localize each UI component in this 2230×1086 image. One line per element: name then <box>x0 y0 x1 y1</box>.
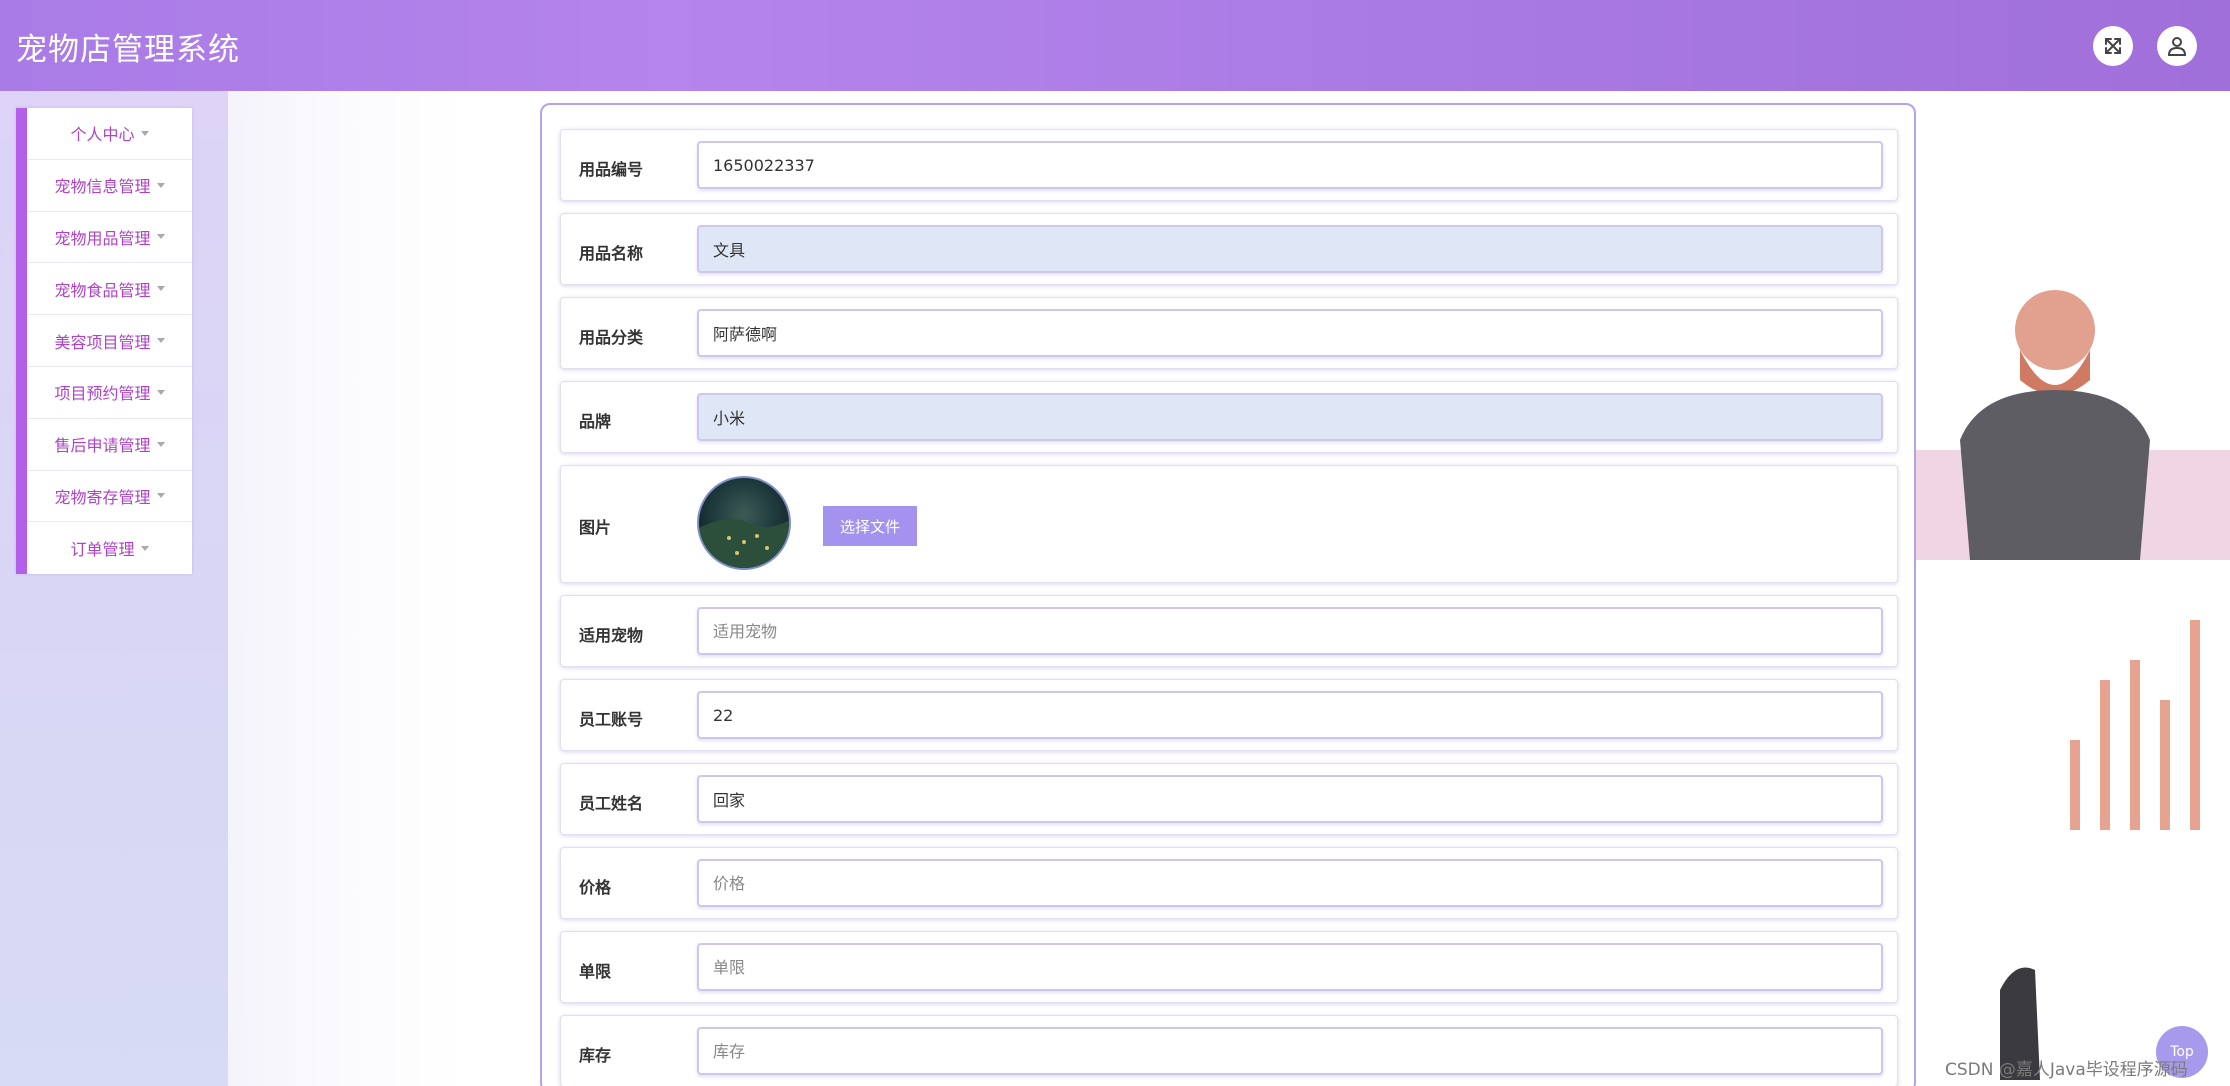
applicable-pet-input[interactable] <box>697 607 1883 655</box>
field-label: 员工账号 <box>579 710 644 729</box>
caret-down-icon <box>156 493 165 499</box>
choose-file-button[interactable]: 选择文件 <box>823 506 917 546</box>
item-category-input[interactable] <box>697 309 1883 357</box>
item-name-input[interactable] <box>697 225 1883 273</box>
form-row-item-number: 用品编号 <box>560 129 1898 201</box>
sidebar-item-label: 宠物用品管理 <box>54 228 151 248</box>
caret-down-icon <box>156 234 165 240</box>
form-row-stock: 库存 <box>560 1015 1898 1086</box>
brand-input[interactable] <box>697 393 1883 441</box>
form-row-brand: 品牌 <box>560 381 1898 453</box>
field-label: 图片 <box>579 518 612 537</box>
sidebar-item-label: 订单管理 <box>70 540 135 560</box>
sidebar-item-personal-center[interactable]: 个人中心 <box>27 108 192 160</box>
sidebar-item-orders[interactable]: 订单管理 <box>27 522 192 574</box>
caret-down-icon <box>156 389 165 395</box>
sidebar-item-label: 宠物食品管理 <box>54 280 151 300</box>
form-row-item-name: 用品名称 <box>560 213 1898 285</box>
expand-icon <box>2105 38 2121 54</box>
sidebar-item-pet-food[interactable]: 宠物食品管理 <box>27 263 192 316</box>
sidebar-item-after-sales[interactable]: 售后申请管理 <box>27 419 192 471</box>
sidebar-item-label: 售后申请管理 <box>54 436 151 456</box>
sidebar-item-pet-boarding[interactable]: 宠物寄存管理 <box>27 471 192 523</box>
sidebar-item-label: 美容项目管理 <box>54 332 151 352</box>
field-label: 单限 <box>579 962 612 981</box>
stock-input[interactable] <box>697 1027 1883 1075</box>
form-row-item-category: 用品分类 <box>560 297 1898 369</box>
form-row-limit: 单限 <box>560 931 1898 1003</box>
user-icon <box>2167 37 2187 56</box>
sidebar-menu: 个人中心 宠物信息管理 宠物用品管理 宠物食品管理 美容项目管理 项目预约管理 … <box>16 108 192 575</box>
price-input[interactable] <box>697 859 1883 907</box>
fullscreen-button[interactable] <box>2093 26 2133 66</box>
caret-down-icon <box>156 182 165 188</box>
field-label: 库存 <box>579 1046 612 1065</box>
sidebar-item-appointments[interactable]: 项目预约管理 <box>27 367 192 419</box>
item-number-input[interactable] <box>697 141 1883 189</box>
image-preview <box>697 476 791 570</box>
caret-down-icon <box>140 545 149 551</box>
app-title: 宠物店管理系统 <box>16 32 240 68</box>
field-label: 品牌 <box>579 412 612 431</box>
caret-down-icon <box>156 286 165 292</box>
limit-input[interactable] <box>697 943 1883 991</box>
form-row-image: 图片 选择文件 <box>560 465 1898 583</box>
sidebar-item-pet-info[interactable]: 宠物信息管理 <box>27 160 192 212</box>
field-label: 价格 <box>579 878 612 897</box>
field-label: 用品编号 <box>579 160 644 179</box>
sidebar-item-label: 个人中心 <box>70 125 135 145</box>
staff-name-input[interactable] <box>697 775 1883 823</box>
background-illustration <box>1900 290 2230 1080</box>
caret-down-icon <box>156 338 165 344</box>
sidebar-item-grooming[interactable]: 美容项目管理 <box>27 315 192 367</box>
field-label: 用品分类 <box>579 328 644 347</box>
form-row-staff-name: 员工姓名 <box>560 763 1898 835</box>
form-row-staff-account: 员工账号 <box>560 679 1898 751</box>
sidebar-item-label: 宠物信息管理 <box>54 177 151 197</box>
staff-account-input[interactable] <box>697 691 1883 739</box>
app-header: 宠物店管理系统 <box>0 0 2230 91</box>
form-row-applicable-pet: 适用宠物 <box>560 595 1898 667</box>
sidebar-item-label: 项目预约管理 <box>54 384 151 404</box>
field-label: 用品名称 <box>579 244 644 263</box>
sidebar-item-label: 宠物寄存管理 <box>54 487 151 507</box>
field-label: 员工姓名 <box>579 794 644 813</box>
form-row-price: 价格 <box>560 847 1898 919</box>
caret-down-icon <box>140 130 149 136</box>
caret-down-icon <box>156 441 165 447</box>
sidebar-item-pet-supplies[interactable]: 宠物用品管理 <box>27 212 192 264</box>
edit-form: 用品编号 用品名称 用品分类 品牌 图片 选择文件 适用宠物 <box>540 103 1916 1086</box>
user-button[interactable] <box>2157 26 2197 66</box>
field-label: 适用宠物 <box>579 626 644 645</box>
watermark: CSDN @嘉人Java毕设程序源码 <box>1945 1060 2188 1080</box>
